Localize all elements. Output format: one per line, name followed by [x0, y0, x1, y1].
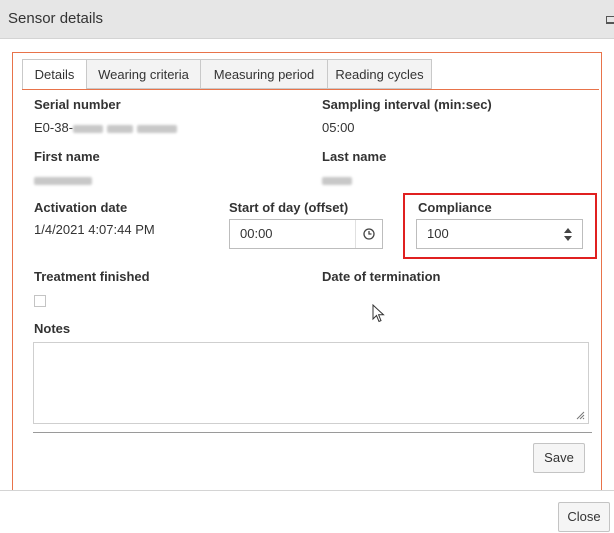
compliance-label: Compliance	[418, 200, 492, 215]
start-of-day-input[interactable]: 00:00	[229, 219, 383, 249]
notes-textarea[interactable]	[33, 342, 589, 424]
first-name-label: First name	[34, 149, 100, 164]
section-divider	[33, 432, 592, 433]
close-button[interactable]: Close	[558, 502, 610, 532]
sampling-interval-value: 05:00	[322, 120, 355, 135]
compliance-input[interactable]: 100	[416, 219, 583, 249]
redacted-block	[107, 124, 134, 133]
treatment-finished-label: Treatment finished	[34, 269, 150, 284]
activation-date-value: 1/4/2021 4:07:44 PM	[34, 222, 155, 237]
redacted-block	[137, 124, 178, 133]
serial-number-value: E0-38-	[34, 120, 181, 135]
last-name-label: Last name	[322, 149, 387, 164]
compliance-spinner[interactable]	[556, 220, 582, 248]
footer-divider	[0, 490, 614, 491]
serial-number-text: E0-38-	[34, 120, 74, 135]
mouse-cursor-icon	[372, 303, 386, 327]
tab-wearing-criteria[interactable]: Wearing criteria	[86, 59, 201, 89]
sensor-details-window: Sensor details Details Wearing criteria …	[0, 0, 614, 533]
treatment-finished-checkbox[interactable]	[34, 295, 46, 307]
redacted-block	[34, 176, 92, 185]
activation-date-label: Activation date	[34, 200, 128, 215]
first-name-value	[34, 172, 96, 187]
tab-measuring-period[interactable]: Measuring period	[200, 59, 328, 89]
save-button[interactable]: Save	[533, 443, 585, 473]
serial-number-label: Serial number	[34, 97, 121, 112]
resize-handle-icon[interactable]	[575, 410, 585, 420]
start-of-day-value: 00:00	[240, 226, 273, 241]
date-of-termination-label: Date of termination	[322, 269, 441, 284]
spinner-up-icon[interactable]	[564, 228, 572, 233]
notes-label: Notes	[34, 321, 71, 336]
tab-reading-cycles[interactable]: Reading cycles	[327, 59, 432, 89]
redacted-block	[322, 176, 352, 185]
window-title: Sensor details	[8, 10, 104, 27]
window-titlebar: Sensor details	[0, 0, 614, 39]
clock-icon[interactable]	[355, 220, 382, 248]
tab-details[interactable]: Details	[22, 59, 87, 90]
last-name-value	[322, 172, 356, 187]
minimize-icon[interactable]	[606, 16, 614, 24]
compliance-value: 100	[427, 226, 449, 241]
sampling-interval-label: Sampling interval (min:sec)	[322, 97, 492, 112]
start-of-day-label: Start of day (offset)	[229, 200, 349, 215]
redacted-block	[73, 124, 104, 133]
spinner-down-icon[interactable]	[564, 236, 572, 241]
